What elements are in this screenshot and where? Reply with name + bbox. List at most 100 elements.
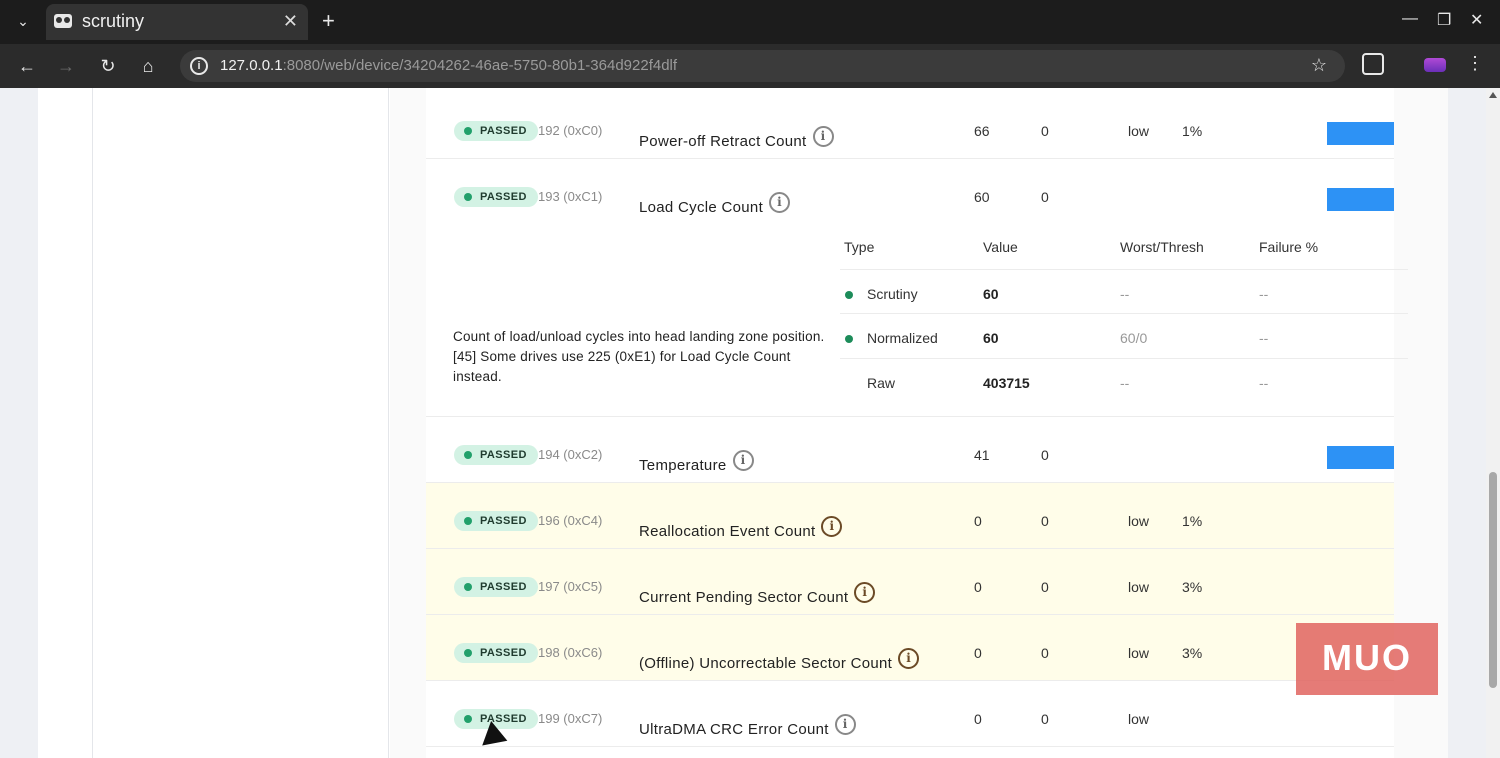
detail-header-type: Type xyxy=(844,239,875,255)
attribute-id: 194 (0xC2) xyxy=(538,447,603,462)
info-icon[interactable]: i xyxy=(834,714,856,735)
detail-failure: -- xyxy=(1259,330,1269,346)
history-bar xyxy=(1327,446,1394,469)
status-dot xyxy=(845,335,853,343)
detail-value: 60 xyxy=(983,330,999,346)
site-info-icon[interactable]: i xyxy=(190,57,208,75)
passed-status-badge: PASSED xyxy=(454,187,538,207)
passed-status-badge: PASSED xyxy=(454,121,538,141)
browser-tab[interactable]: scrutiny ✕ xyxy=(46,4,308,40)
reload-icon[interactable]: ↻ xyxy=(95,53,121,79)
close-window-icon[interactable]: ✕ xyxy=(1470,10,1483,30)
attribute-worst: 0 xyxy=(1041,189,1049,205)
detail-value: 403715 xyxy=(983,375,1030,391)
info-icon[interactable]: i xyxy=(812,126,834,147)
attribute-value: 60 xyxy=(974,189,990,205)
attribute-row[interactable]: PASSED 199 (0xC7) UltraDMA CRC Error Cou… xyxy=(426,681,1394,747)
detail-failure: -- xyxy=(1259,375,1269,391)
attribute-ideal: low xyxy=(1128,123,1150,139)
new-tab-icon[interactable]: + xyxy=(322,8,335,34)
attribute-ideal: low xyxy=(1128,645,1150,661)
detail-value: 60 xyxy=(983,286,999,302)
attribute-id: 199 (0xC7) xyxy=(538,711,603,726)
attribute-value: 0 xyxy=(974,711,982,727)
info-icon[interactable]: i xyxy=(769,192,791,213)
profile-avatar[interactable] xyxy=(1424,58,1446,72)
attribute-worst: 0 xyxy=(1041,123,1049,139)
attribute-value: 0 xyxy=(974,513,982,529)
attribute-id: 192 (0xC0) xyxy=(538,123,603,138)
watermark-text: MUO xyxy=(1322,637,1412,678)
detail-row-raw: Raw 403715 -- -- xyxy=(840,359,1408,404)
attribute-ideal: low xyxy=(1128,711,1150,727)
tab-title: scrutiny xyxy=(82,11,145,31)
watermark-logo: MUO xyxy=(1296,623,1438,695)
attribute-failure-rate: 1% xyxy=(1182,513,1203,529)
history-bar xyxy=(1327,188,1394,211)
attribute-worst: 0 xyxy=(1041,645,1049,661)
minimize-icon[interactable]: — xyxy=(1402,10,1418,28)
passed-status-badge: PASSED xyxy=(454,643,538,663)
attribute-failure-rate: 1% xyxy=(1182,123,1203,139)
detail-type: Scrutiny xyxy=(867,286,918,302)
attribute-name: Load Cycle Count i xyxy=(639,192,791,216)
history-bar xyxy=(1327,122,1394,145)
attribute-detail-panel: Count of load/unload cycles into head la… xyxy=(426,225,1408,417)
attribute-id: 198 (0xC6) xyxy=(538,645,603,660)
scrollbar-thumb[interactable] xyxy=(1489,472,1497,688)
detail-worst: -- xyxy=(1120,286,1130,302)
extensions-puzzle-icon[interactable] xyxy=(1362,53,1384,75)
attribute-value: 0 xyxy=(974,579,982,595)
attribute-failure-rate: 3% xyxy=(1182,645,1203,661)
attribute-worst: 0 xyxy=(1041,447,1049,463)
detail-worst: 60/0 xyxy=(1120,330,1148,346)
home-icon[interactable]: ⌂ xyxy=(135,53,161,79)
detail-row-scrutiny: Scrutiny 60 -- -- xyxy=(840,269,1408,314)
restore-icon[interactable]: ❐ xyxy=(1437,10,1451,30)
url-text[interactable]: 127.0.0.1:8080/web/device/34204262-46ae-… xyxy=(220,57,677,74)
attribute-worst: 0 xyxy=(1041,579,1049,595)
detail-type: Raw xyxy=(867,375,896,391)
attribute-row[interactable]: PASSED 194 (0xC2) Temperature i 41 0 xyxy=(426,417,1394,483)
detail-header-failure: Failure % xyxy=(1259,239,1319,255)
info-icon[interactable]: i xyxy=(821,516,843,537)
attribute-name: Power-off Retract Count i xyxy=(639,126,834,150)
attribute-ideal: low xyxy=(1128,513,1150,529)
attribute-id: 196 (0xC4) xyxy=(538,513,603,528)
attribute-failure-rate: 3% xyxy=(1182,579,1203,595)
attribute-row-expanded[interactable]: PASSED 193 (0xC1) Load Cycle Count i 60 0 xyxy=(426,159,1394,225)
attribute-name: UltraDMA CRC Error Count i xyxy=(639,714,856,738)
info-icon[interactable]: i xyxy=(898,648,920,669)
attribute-row[interactable]: PASSED 192 (0xC0) Power-off Retract Coun… xyxy=(426,93,1394,159)
scroll-up-arrow-icon[interactable] xyxy=(1489,92,1497,98)
passed-status-badge: PASSED xyxy=(454,511,538,531)
page-scrollbar[interactable] xyxy=(1486,88,1500,758)
detail-header-value: Value xyxy=(983,239,1018,255)
detail-failure: -- xyxy=(1259,286,1269,302)
info-icon[interactable]: i xyxy=(854,582,876,603)
close-tab-icon[interactable]: ✕ xyxy=(283,11,298,32)
browser-toolbar: ← → ↻ ⌂ i 127.0.0.1:8080/web/device/3420… xyxy=(0,44,1500,88)
forward-arrow-icon[interactable]: → xyxy=(53,53,79,79)
attribute-id: 193 (0xC1) xyxy=(538,189,603,204)
detail-header-worst: Worst/Thresh xyxy=(1120,239,1204,255)
detail-type: Normalized xyxy=(867,330,938,346)
more-menu-icon[interactable]: ⋮ xyxy=(1466,53,1484,74)
attribute-worst: 0 xyxy=(1041,513,1049,529)
attribute-name: Current Pending Sector Count i xyxy=(639,582,876,606)
attribute-row-warning[interactable]: PASSED 198 (0xC6) (Offline) Uncorrectabl… xyxy=(426,615,1394,681)
address-bar[interactable]: i 127.0.0.1:8080/web/device/34204262-46a… xyxy=(180,50,1345,82)
detail-row-normalized: Normalized 60 60/0 -- xyxy=(840,314,1408,359)
info-icon[interactable]: i xyxy=(732,450,754,471)
sidebar-panel xyxy=(92,88,389,758)
attribute-row-warning[interactable]: PASSED 197 (0xC5) Current Pending Sector… xyxy=(426,549,1394,615)
back-arrow-icon[interactable]: ← xyxy=(14,53,40,79)
attribute-ideal: low xyxy=(1128,579,1150,595)
bookmark-star-icon[interactable]: ☆ xyxy=(1311,55,1327,76)
attribute-value: 66 xyxy=(974,123,990,139)
attribute-name: Temperature i xyxy=(639,450,754,474)
passed-status-badge: PASSED xyxy=(454,577,538,597)
attribute-row-warning[interactable]: PASSED 196 (0xC4) Reallocation Event Cou… xyxy=(426,483,1394,549)
status-dot xyxy=(845,291,853,299)
chevron-down-icon[interactable]: ⌄ xyxy=(10,10,36,32)
